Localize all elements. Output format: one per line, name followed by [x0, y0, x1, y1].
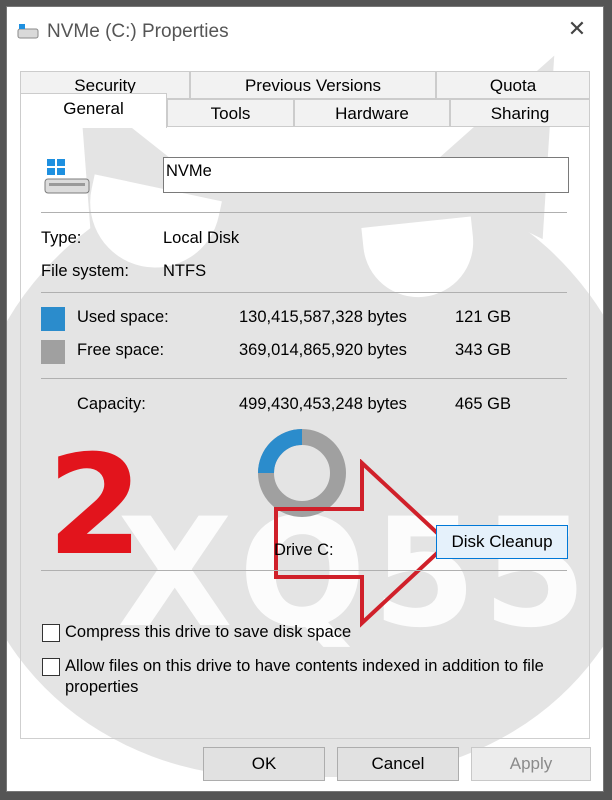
used-space-swatch	[41, 307, 65, 331]
tab-quota[interactable]: Quota	[436, 71, 590, 99]
tab-tools[interactable]: Tools	[167, 99, 294, 127]
tab-hardware[interactable]: Hardware	[294, 99, 450, 127]
tab-general[interactable]: General	[20, 93, 167, 128]
disk-cleanup-button[interactable]: Disk Cleanup	[436, 525, 568, 559]
drive-icon	[17, 24, 39, 39]
ok-button[interactable]: OK	[203, 747, 325, 781]
close-button[interactable]: ✕	[565, 17, 589, 41]
free-space-label: Free space:	[77, 341, 165, 359]
free-space-gb: 343 GB	[455, 341, 511, 359]
index-label-line1: Allow files on this drive to have conten…	[65, 657, 544, 675]
used-space-label: Used space:	[77, 308, 169, 326]
compress-checkbox[interactable]	[42, 624, 60, 642]
capacity-gb: 465 GB	[455, 395, 511, 413]
file-system-label: File system:	[41, 262, 130, 280]
index-label-line2: properties	[65, 678, 139, 696]
properties-window: XQ55 NVMe (C:) Properties ✕ Security Pre…	[6, 6, 604, 792]
free-space-bytes: 369,014,865,920 bytes	[239, 341, 407, 359]
type-label: Type:	[41, 229, 82, 247]
file-system-value: NTFS	[163, 262, 207, 280]
index-checkbox[interactable]	[42, 658, 60, 676]
separator	[41, 378, 567, 379]
separator	[41, 212, 567, 213]
capacity-bytes: 499,430,453,248 bytes	[239, 395, 407, 413]
compress-label: Compress this drive to save disk space	[65, 623, 352, 641]
drive-label: Drive C:	[274, 541, 334, 559]
capacity-label: Capacity:	[77, 395, 146, 413]
type-value: Local Disk	[163, 229, 240, 247]
free-space-swatch	[41, 340, 65, 364]
title-bar: NVMe (C:) Properties ✕	[7, 7, 603, 53]
cancel-button[interactable]: Cancel	[337, 747, 459, 781]
apply-button[interactable]: Apply	[471, 747, 591, 781]
tab-sharing[interactable]: Sharing	[450, 99, 590, 127]
separator	[41, 570, 567, 571]
used-space-gb: 121 GB	[455, 308, 511, 326]
used-space-bytes: 130,415,587,328 bytes	[239, 308, 407, 326]
tab-previous-versions[interactable]: Previous Versions	[190, 71, 436, 99]
separator	[41, 292, 567, 293]
windows-drive-icon	[44, 159, 90, 194]
drive-name-input[interactable]: NVMe	[163, 157, 569, 193]
step-number: 2	[47, 425, 144, 586]
window-title: NVMe (C:) Properties	[47, 21, 229, 42]
